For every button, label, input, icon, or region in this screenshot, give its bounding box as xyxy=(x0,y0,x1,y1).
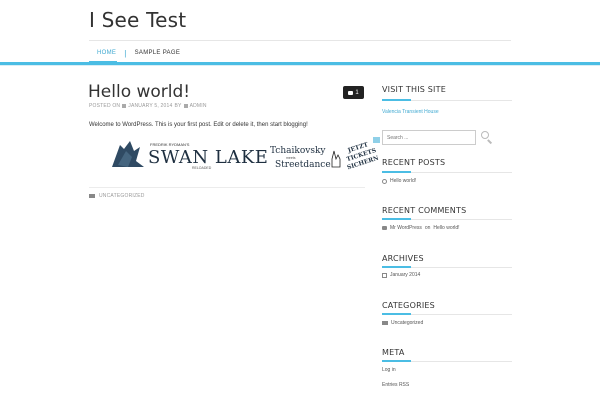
archive-item: January 2014 xyxy=(382,272,420,278)
user-icon xyxy=(183,104,188,108)
search-icon xyxy=(481,131,489,139)
comment-author-link[interactable]: Mr WordPress xyxy=(390,225,422,231)
widget-title-visit: VISIT THIS SITE xyxy=(382,85,446,94)
widget-title-recent-posts: RECENT POSTS xyxy=(382,158,446,167)
comment-count-badge[interactable]: 1 xyxy=(343,86,364,99)
comment-on-label: on xyxy=(424,225,431,231)
post-author-link[interactable]: ADMIN xyxy=(190,103,207,109)
post-meta: POSTED ON JANUARY 5, 2014 BY ADMIN xyxy=(89,103,207,109)
comment-icon xyxy=(382,226,387,230)
widget-accent xyxy=(382,171,411,173)
ad-choices-icon[interactable] xyxy=(373,137,380,143)
recent-post-item: Hello world! xyxy=(382,178,416,184)
meta-item: Entries RSS xyxy=(382,382,409,388)
nav-top-divider xyxy=(89,40,511,41)
search-icon-handle xyxy=(487,139,493,144)
ad-banner[interactable]: FREDRIK RYDMAN'S SWAN LAKE RELOADED Tcha… xyxy=(110,137,380,172)
meta-item: Log in xyxy=(382,367,396,373)
by-label: BY xyxy=(174,103,182,109)
post-title[interactable]: Hello world! xyxy=(88,82,190,102)
meta-entries-rss-link[interactable]: Entries RSS xyxy=(382,382,409,388)
nav-item-home[interactable]: HOME xyxy=(89,50,124,56)
nav-item-sample-page[interactable]: SAMPLE PAGE xyxy=(127,50,189,56)
widget-title-recent-comments: RECENT COMMENTS xyxy=(382,206,467,215)
post-date-link[interactable]: JANUARY 5, 2014 xyxy=(128,103,172,109)
banner-tagline-3: Streetdance xyxy=(275,160,331,170)
comment-icon xyxy=(348,90,354,95)
post-categories: UNCATEGORIZED xyxy=(89,193,145,199)
post-category-link[interactable]: UNCATEGORIZED xyxy=(99,193,145,199)
comment-post-link[interactable]: Hello world! xyxy=(433,225,459,231)
nav-accent-shadow xyxy=(0,65,600,66)
banner-title: SWAN LAKE xyxy=(148,147,268,168)
comment-count: 1 xyxy=(355,89,359,96)
widget-title-categories: CATEGORIES xyxy=(382,301,435,310)
folder-icon xyxy=(382,321,388,325)
widget-accent xyxy=(382,360,411,362)
folder-icon xyxy=(89,194,95,198)
widget-accent xyxy=(382,313,411,315)
category-item: Uncategorized xyxy=(382,320,423,326)
category-link[interactable]: Uncategorized xyxy=(391,320,423,326)
widget-accent xyxy=(382,266,411,268)
recent-comment-item: Mr WordPress on Hello world! xyxy=(382,225,460,231)
posted-on-label: POSTED ON xyxy=(89,103,121,109)
widget-accent xyxy=(382,218,411,220)
widget-title-meta: META xyxy=(382,348,405,357)
banner-graphic: FREDRIK RYDMAN'S SWAN LAKE RELOADED Tcha… xyxy=(110,137,380,172)
banner-tagline-1: Tchaikovsky xyxy=(270,146,326,156)
recent-post-link[interactable]: Hello world! xyxy=(390,178,416,184)
calendar-icon xyxy=(382,272,387,278)
clock-icon xyxy=(382,178,387,184)
widget-title-archives: ARCHIVES xyxy=(382,254,424,263)
search-button[interactable] xyxy=(481,131,493,144)
meta-login-link[interactable]: Log in xyxy=(382,367,396,373)
post-body: Welcome to WordPress. This is your first… xyxy=(89,122,308,128)
post-footer-divider xyxy=(89,187,365,188)
archive-link[interactable]: January 2014 xyxy=(390,272,420,278)
banner-subtitle: RELOADED xyxy=(192,166,212,170)
site-title[interactable]: I See Test xyxy=(89,8,186,32)
calendar-icon xyxy=(122,104,127,108)
visit-site-item: Valencia Transient House xyxy=(382,109,439,115)
widget-accent xyxy=(382,99,411,101)
main-nav: HOME | SAMPLE PAGE xyxy=(89,45,188,61)
visit-site-link[interactable]: Valencia Transient House xyxy=(382,109,439,115)
search-input[interactable] xyxy=(382,130,476,145)
